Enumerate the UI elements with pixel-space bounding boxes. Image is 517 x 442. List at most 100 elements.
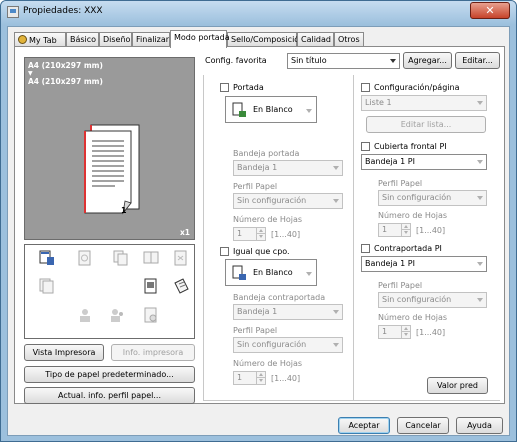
front-cover-pi-checkbox[interactable] <box>361 142 370 151</box>
cover-mode-icon[interactable] <box>39 250 55 266</box>
front-cover-pi-profile-combo[interactable]: Sin configuración <box>378 190 487 206</box>
document-pages-icon <box>84 124 140 215</box>
front-page <box>84 130 132 215</box>
tab-calidad[interactable]: Calidad <box>297 32 334 47</box>
printer-info-button[interactable]: Info. impresora <box>111 344 195 361</box>
tab-modo-portada[interactable]: Modo portada <box>170 30 230 48</box>
tab-otros[interactable]: Otros <box>334 32 364 47</box>
edit-favorite-button[interactable]: Editar... <box>455 52 500 69</box>
back-cover-profile-label: Perfil Papel <box>233 326 278 335</box>
overlay-icon[interactable] <box>113 250 129 266</box>
spin-down-icon[interactable] <box>256 234 265 240</box>
front-cover-pi-label: Cubierta frontal PI <box>374 142 447 151</box>
chevron-down-icon <box>477 160 483 164</box>
chevron-down-icon <box>477 196 483 200</box>
edit-list-button[interactable]: Editar lista... <box>366 116 486 133</box>
back-cover-tray-option: En Blanco <box>253 268 293 277</box>
close-button[interactable]: ✕ <box>470 2 510 19</box>
printer-window-icon <box>7 6 19 18</box>
chevron-down-icon <box>306 109 312 113</box>
chevron-down-icon <box>333 199 339 203</box>
print-preview: A4 (210x297 mm) ▼ A4 (210x297 mm) 1 x1 <box>24 57 195 240</box>
back-cover-tray-combo[interactable]: Bandeja 1 <box>233 304 343 320</box>
printer-view-button[interactable]: Vista Impresora <box>24 344 104 361</box>
front-cover-pi-sheets-label: Número de Hojas <box>378 211 448 220</box>
favorite-config-label: Config. favorita <box>205 56 267 65</box>
chevron-down-icon <box>306 272 312 276</box>
preview-paper-size: A4 (210x297 mm) <box>28 61 103 70</box>
update-paper-profile-button[interactable]: Actual. info. perfil papel... <box>24 387 195 404</box>
front-cover-pi-tray-combo[interactable]: Bandeja 1 PI <box>361 154 487 170</box>
help-button[interactable]: Ayuda <box>456 417 503 434</box>
tab-page-modo-portada: Config. favorita Sin título Agregar... E… <box>14 46 505 404</box>
spin-down-icon[interactable] <box>401 332 410 338</box>
cover-profile-combo[interactable]: Sin configuración <box>233 193 343 209</box>
cover-sheets-label: Número de Hojas <box>233 215 303 224</box>
back-cover-pi-sheets-range: [1...40] <box>416 328 446 337</box>
page-config-list-combo[interactable]: Liste 1 <box>361 95 487 111</box>
chevron-down-icon <box>333 343 339 347</box>
tab-finalizar[interactable]: Finalizar <box>132 32 170 47</box>
chevron-down-icon <box>333 166 339 170</box>
back-cover-pi-profile-combo[interactable]: Sin configuración <box>378 292 487 308</box>
window-title: Propiedades: XXX <box>23 6 103 16</box>
tab-diseno[interactable]: Diseño <box>99 32 132 47</box>
front-cover-pi-sheets-range: [1...40] <box>416 226 446 235</box>
cover-sheets-stepper[interactable]: 1 <box>233 227 266 241</box>
cover-checkbox[interactable] <box>220 83 229 92</box>
blank-back-cover-icon <box>232 265 246 280</box>
chevron-down-icon <box>333 310 339 314</box>
rotate-page-icon[interactable] <box>173 278 189 294</box>
function-icon-panel <box>24 244 195 339</box>
cover-tray-combo[interactable]: Bandeja 1 <box>233 160 343 176</box>
accept-button[interactable]: Aceptar <box>338 417 390 434</box>
default-values-button[interactable]: Valor pred <box>427 377 488 394</box>
back-cover-sheets-label: Número de Hojas <box>233 359 303 368</box>
back-cover-sheets-range: [1...40] <box>271 374 301 383</box>
tab-sello-composicion[interactable]: Sello/Composición <box>227 32 304 47</box>
add-favorite-button[interactable]: Agregar... <box>403 52 452 69</box>
cover-tray-option: En Blanco <box>253 105 293 114</box>
chevron-down-icon <box>390 59 396 63</box>
back-cover-pi-sheets-label: Número de Hojas <box>378 313 448 322</box>
default-paper-type-button[interactable]: Tipo de papel predeterminado... <box>24 366 195 383</box>
back-cover-sheets-stepper[interactable]: 1 <box>233 371 266 385</box>
back-cover-pi-checkbox[interactable] <box>361 244 370 253</box>
tab-my-tab[interactable]: My Tab <box>14 32 66 47</box>
page-stack-icon[interactable] <box>39 278 55 294</box>
account-track-icon[interactable] <box>109 307 125 323</box>
back-cover-pi-profile-label: Perfil Papel <box>378 281 423 290</box>
panel-divider-middle <box>353 75 354 400</box>
same-as-body-checkbox[interactable] <box>220 247 229 256</box>
preview-page-number: 1 <box>121 206 127 215</box>
back-cover-pi-label: Contraportada PI <box>374 244 442 253</box>
front-cover-pi-profile-label: Perfil Papel <box>378 179 423 188</box>
panel-divider-bottom <box>203 400 500 401</box>
cover-label: Portada <box>233 83 264 92</box>
front-cover-pi-sheets-stepper[interactable]: 1 <box>378 223 411 237</box>
favorite-config-select[interactable]: Sin título <box>287 53 400 69</box>
page-config-checkbox[interactable] <box>361 83 370 92</box>
back-cover-tray-label: Bandeja contraportada <box>233 293 326 302</box>
user-auth-icon[interactable] <box>77 307 93 323</box>
back-cover-tray-select[interactable]: En Blanco <box>225 259 317 286</box>
blank-cover-icon <box>232 102 246 117</box>
same-as-body-label: Igual que cpo. <box>233 247 290 256</box>
chevron-down-icon <box>477 298 483 302</box>
properties-window: Propiedades: XXX ✕ My Tab Básico Diseño … <box>0 0 517 442</box>
tab-basico[interactable]: Básico <box>66 32 99 47</box>
spin-down-icon[interactable] <box>256 378 265 384</box>
spin-down-icon[interactable] <box>401 230 410 236</box>
back-cover-pi-tray-combo[interactable]: Bandeja 1 PI <box>361 256 487 272</box>
secure-print-icon[interactable] <box>143 307 159 323</box>
booklet-icon[interactable] <box>143 250 159 266</box>
cover-tray-label: Bandeja portada <box>233 149 300 158</box>
cover-tray-select[interactable]: En Blanco <box>225 96 317 123</box>
copy-security-icon[interactable] <box>173 250 189 266</box>
back-cover-pi-sheets-stepper[interactable]: 1 <box>378 325 411 339</box>
watermark-icon[interactable] <box>77 250 93 266</box>
back-cover-profile-combo[interactable]: Sin configuración <box>233 337 343 353</box>
cancel-button[interactable]: Cancelar <box>397 417 449 434</box>
cover-sheets-range: [1...40] <box>271 230 301 239</box>
stamp-pages-icon[interactable] <box>143 278 159 294</box>
